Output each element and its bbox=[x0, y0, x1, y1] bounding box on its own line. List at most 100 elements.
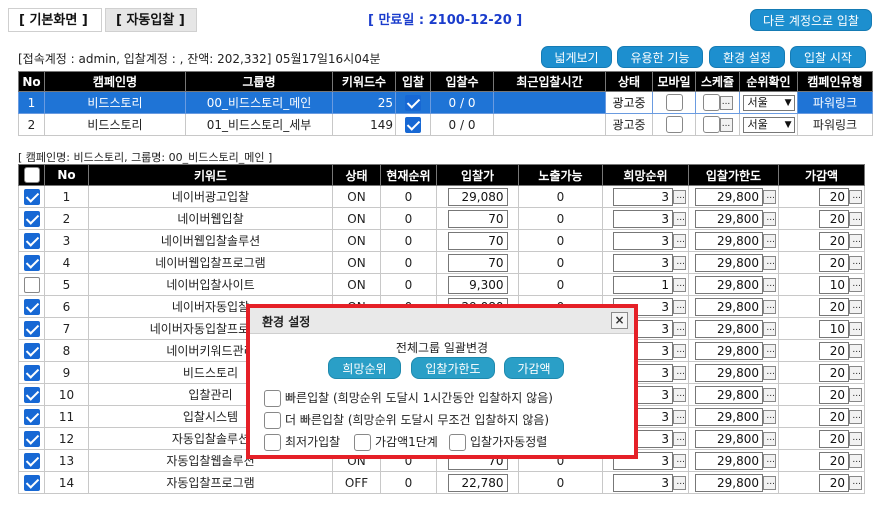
row-select[interactable] bbox=[18, 229, 45, 252]
bid-toggle[interactable] bbox=[395, 113, 431, 136]
keyword-row[interactable]: 14 자동입찰프로그램 OFF 0 22,780 0 3... 29,800... 20... bbox=[18, 471, 865, 494]
row-select[interactable] bbox=[18, 383, 45, 406]
more-icon[interactable]: ... bbox=[673, 475, 686, 490]
check-icon[interactable] bbox=[23, 386, 40, 403]
hope-rank-input[interactable]: 1 bbox=[613, 275, 673, 294]
bid-limit-cell[interactable]: 29,800... bbox=[688, 207, 779, 230]
start-bid-button[interactable]: 입찰 시작 bbox=[790, 46, 866, 68]
col-select-all[interactable] bbox=[18, 164, 45, 186]
more-icon[interactable]: ... bbox=[719, 95, 733, 110]
adjust-cell[interactable]: 20... bbox=[778, 295, 865, 318]
row-select[interactable] bbox=[18, 295, 45, 318]
more-icon[interactable]: ... bbox=[763, 233, 776, 248]
bid-price-input[interactable]: 22,780 bbox=[447, 473, 508, 492]
faster-bid-option[interactable]: 더 빠른입찰 (희망순위 도달시 무조건 입찰하지 않음) bbox=[264, 410, 549, 430]
adjust-input[interactable]: 20 bbox=[819, 451, 849, 470]
hope-rank-input[interactable]: 3 bbox=[613, 231, 673, 250]
adjust-input[interactable]: 20 bbox=[819, 253, 849, 272]
hope-rank-cell[interactable]: 3... bbox=[602, 471, 689, 494]
hope-rank-button[interactable]: 희망순위 bbox=[328, 357, 401, 379]
fast-bid-option[interactable]: 빠른입찰 (희망순위 도달시 1시간동안 입찰하지 않음) bbox=[264, 388, 553, 408]
auto-sort-option[interactable]: 입찰가자동정렬 bbox=[449, 432, 547, 452]
more-icon[interactable]: ... bbox=[719, 117, 733, 132]
bid-price-input[interactable]: 9,300 bbox=[447, 275, 508, 294]
more-icon[interactable]: ... bbox=[849, 475, 862, 490]
bid-limit-input[interactable]: 29,800 bbox=[695, 187, 763, 206]
adjust-input[interactable]: 10 bbox=[819, 275, 849, 294]
more-icon[interactable]: ... bbox=[673, 365, 686, 380]
tab-auto-bid[interactable]: [ 자동입찰 ] bbox=[105, 8, 197, 32]
bid-limit-button[interactable]: 입찰가한도 bbox=[411, 357, 495, 379]
hope-rank-input[interactable]: 3 bbox=[613, 473, 673, 492]
row-select[interactable] bbox=[18, 273, 45, 296]
more-icon[interactable]: ... bbox=[673, 299, 686, 314]
row-select[interactable] bbox=[18, 207, 45, 230]
adjust-cell[interactable]: 20... bbox=[778, 405, 865, 428]
adjust-cell[interactable]: 20... bbox=[778, 229, 865, 252]
hope-rank-cell[interactable]: 3... bbox=[602, 185, 689, 208]
check-icon[interactable] bbox=[23, 276, 40, 293]
more-icon[interactable]: ... bbox=[673, 233, 686, 248]
keyword-row[interactable]: 1 네이버광고입찰 ON 0 29,080 0 3... 29,800... 20... bbox=[18, 185, 865, 208]
campaign-row[interactable]: 2 비드스토리 01_비드스토리_세부 149 0 / 0 광고중 ... 서울… bbox=[18, 113, 873, 136]
more-icon[interactable]: ... bbox=[849, 431, 862, 446]
more-icon[interactable]: ... bbox=[763, 255, 776, 270]
bid-limit-input[interactable]: 29,800 bbox=[695, 451, 763, 470]
check-icon[interactable] bbox=[23, 474, 40, 491]
checkbox-icon[interactable] bbox=[449, 434, 466, 451]
hope-rank-cell[interactable]: 3... bbox=[602, 251, 689, 274]
adjust-input[interactable]: 10 bbox=[819, 319, 849, 338]
more-icon[interactable]: ... bbox=[673, 255, 686, 270]
bid-price-cell[interactable]: 29,080 bbox=[436, 185, 519, 208]
more-icon[interactable]: ... bbox=[849, 387, 862, 402]
adjust-input[interactable]: 20 bbox=[819, 407, 849, 426]
checkbox-icon[interactable] bbox=[354, 434, 371, 451]
bid-toggle[interactable] bbox=[395, 91, 431, 114]
adjust-button[interactable]: 가감액 bbox=[504, 357, 564, 379]
lowest-bid-option[interactable]: 최저가입찰 bbox=[264, 432, 340, 452]
more-icon[interactable]: ... bbox=[763, 453, 776, 468]
bid-limit-cell[interactable]: 29,800... bbox=[688, 427, 779, 450]
bid-limit-cell[interactable]: 29,800... bbox=[688, 185, 779, 208]
hope-rank-input[interactable]: 3 bbox=[613, 209, 673, 228]
check-icon[interactable] bbox=[23, 188, 40, 205]
bid-limit-input[interactable]: 29,800 bbox=[695, 275, 763, 294]
hope-rank-input[interactable]: 3 bbox=[613, 187, 673, 206]
bid-limit-input[interactable]: 29,800 bbox=[695, 429, 763, 448]
check-icon[interactable] bbox=[405, 116, 421, 133]
check-icon[interactable] bbox=[23, 210, 40, 227]
more-icon[interactable]: ... bbox=[849, 277, 862, 292]
bid-price-cell[interactable]: 70 bbox=[436, 251, 519, 274]
bid-price-input[interactable]: 70 bbox=[447, 253, 508, 272]
keyword-row[interactable]: 5 네이버입찰사이트 ON 0 9,300 0 1... 29,800... 10... bbox=[18, 273, 865, 296]
bid-limit-cell[interactable]: 29,800... bbox=[688, 273, 779, 296]
check-icon[interactable] bbox=[23, 452, 40, 469]
settings-button[interactable]: 환경 설정 bbox=[709, 46, 785, 68]
more-icon[interactable]: ... bbox=[763, 475, 776, 490]
tab-home[interactable]: [ 기본화면 ] bbox=[8, 8, 102, 32]
bid-limit-cell[interactable]: 29,800... bbox=[688, 471, 779, 494]
mobile-toggle[interactable] bbox=[652, 91, 696, 114]
bid-price-cell[interactable]: 22,780 bbox=[436, 471, 519, 494]
row-select[interactable] bbox=[18, 405, 45, 428]
more-icon[interactable]: ... bbox=[849, 189, 862, 204]
row-select[interactable] bbox=[18, 449, 45, 472]
checkbox-icon[interactable] bbox=[702, 94, 720, 111]
bid-limit-cell[interactable]: 29,800... bbox=[688, 229, 779, 252]
more-icon[interactable]: ... bbox=[849, 365, 862, 380]
row-select[interactable] bbox=[18, 361, 45, 384]
more-icon[interactable]: ... bbox=[763, 343, 776, 358]
checkbox-icon[interactable] bbox=[702, 116, 720, 133]
check-icon[interactable] bbox=[405, 94, 421, 111]
more-icon[interactable]: ... bbox=[763, 299, 776, 314]
more-icon[interactable]: ... bbox=[849, 343, 862, 358]
bid-limit-input[interactable]: 29,800 bbox=[695, 297, 763, 316]
wide-view-button[interactable]: 넓게보기 bbox=[541, 46, 612, 68]
check-icon[interactable] bbox=[23, 232, 40, 249]
more-icon[interactable]: ... bbox=[673, 343, 686, 358]
adjust-cell[interactable]: 20... bbox=[778, 471, 865, 494]
hope-rank-input[interactable]: 3 bbox=[613, 253, 673, 272]
check-icon[interactable] bbox=[23, 364, 40, 381]
more-icon[interactable]: ... bbox=[763, 365, 776, 380]
bid-limit-cell[interactable]: 29,800... bbox=[688, 405, 779, 428]
